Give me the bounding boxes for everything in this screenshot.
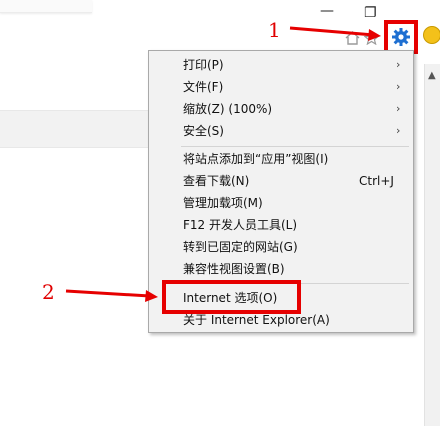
star-icon[interactable] (363, 30, 380, 49)
vertical-scrollbar[interactable]: ▲ (424, 64, 440, 426)
shortcut-label: Ctrl+J (359, 174, 394, 188)
chevron-right-icon: › (396, 102, 401, 115)
minimize-button[interactable]: — (320, 4, 334, 18)
annotation-step-2: 2 (42, 280, 55, 304)
annotation-arrow-2 (65, 289, 158, 302)
chevron-right-icon: › (396, 80, 401, 93)
menu-item-zoom[interactable]: 缩放(Z) (100%) › (149, 98, 413, 120)
tab-strip-edge (0, 0, 92, 13)
tools-gear-button[interactable] (384, 20, 418, 54)
menu-item-compat-view[interactable]: 兼容性视图设置(B) (149, 258, 413, 280)
highlight-box-internet-options (162, 280, 301, 314)
scroll-up-icon[interactable]: ▲ (428, 70, 436, 81)
gear-icon (392, 28, 410, 46)
menu-item-pinned-sites[interactable]: 转到已固定的网站(G) (149, 236, 413, 258)
menu-separator (181, 146, 409, 147)
menu-item-view-downloads[interactable]: 查看下载(N) Ctrl+J (149, 170, 413, 192)
home-icon[interactable] (345, 31, 360, 49)
page-strip (0, 110, 150, 148)
chevron-right-icon: › (396, 58, 401, 71)
menu-item-safety[interactable]: 安全(S) › (149, 120, 413, 142)
menu-item-f12-devtools[interactable]: F12 开发人员工具(L) (149, 214, 413, 236)
chevron-right-icon: › (396, 124, 401, 137)
menu-item-file[interactable]: 文件(F) › (149, 76, 413, 98)
feedback-smiley-icon[interactable] (423, 26, 440, 44)
menu-item-manage-addons[interactable]: 管理加载项(M) (149, 192, 413, 214)
annotation-step-1: 1 (268, 18, 281, 42)
menu-item-print[interactable]: 打印(P) › (149, 54, 413, 76)
restore-button[interactable]: ❐ (364, 6, 377, 20)
menu-item-add-to-apps[interactable]: 将站点添加到“应用”视图(I) (149, 148, 413, 170)
